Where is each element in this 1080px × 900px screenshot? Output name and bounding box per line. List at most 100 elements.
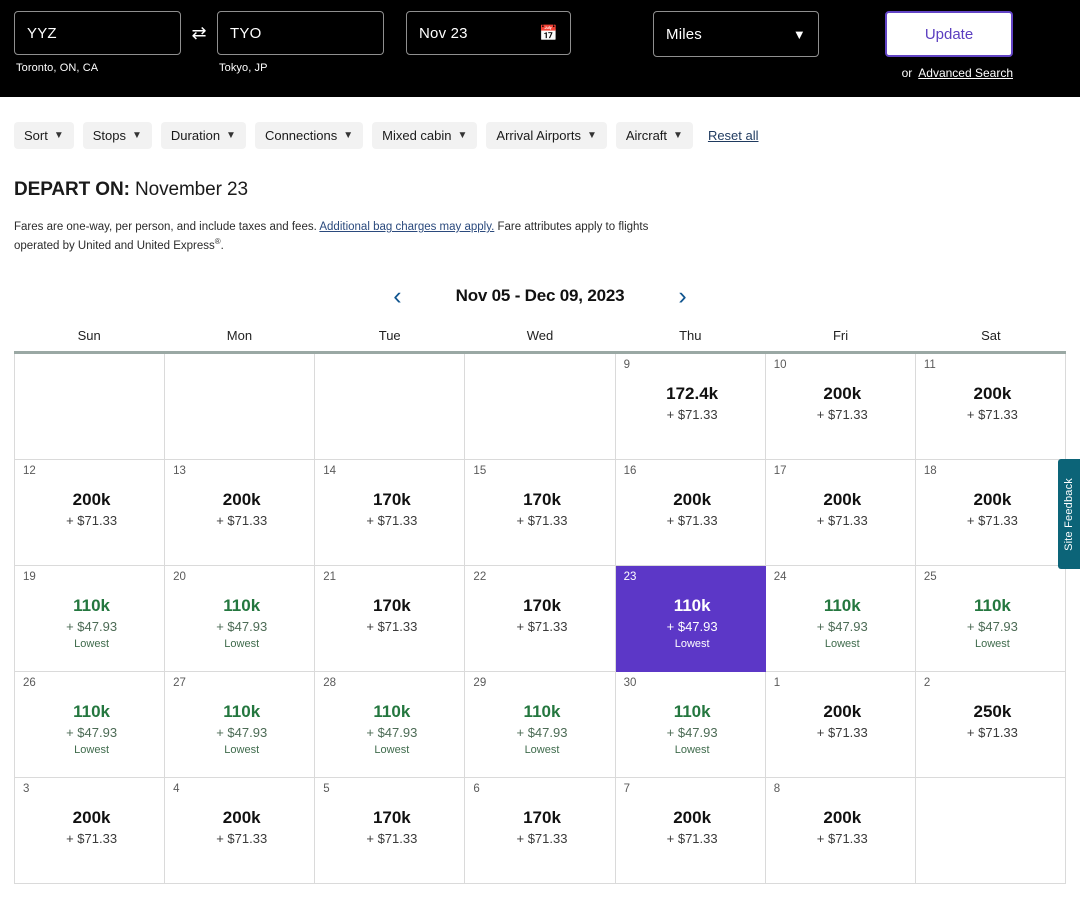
fare-block: 200k + $71.33 — [165, 808, 304, 846]
calendar-day-cell[interactable]: 1 200k + $71.33 — [765, 672, 916, 779]
date-field-group: Nov 23 📅 — [406, 11, 571, 55]
calendar-day-cell[interactable]: 26 110k + $47.93 Lowest — [15, 672, 166, 779]
calendar-day-cell[interactable]: 14 170k + $71.33 — [315, 460, 466, 567]
calendar-day-cell[interactable]: 24 110k + $47.93 Lowest — [765, 566, 916, 673]
depart-date-value: Nov 23 — [419, 24, 468, 42]
fare-miles: 110k — [673, 596, 711, 616]
lowest-fare-badge: Lowest — [74, 743, 109, 756]
fare-block: 110k + $47.93 Lowest — [916, 596, 1055, 650]
fare-miles: 200k — [973, 490, 1012, 510]
fare-miles: 170k — [523, 808, 561, 828]
filter-stops[interactable]: Stops ▼ — [82, 121, 152, 149]
calendar-day-cell[interactable]: 3 200k + $71.33 — [15, 778, 166, 885]
filter-connections-label: Connections — [264, 127, 338, 143]
calendar-day-cell[interactable]: 5 170k + $71.33 — [315, 778, 466, 885]
calendar-day-cell[interactable]: 8 200k + $71.33 — [765, 778, 916, 885]
chevron-down-icon: ▼ — [343, 129, 354, 141]
filter-mixed-cabin[interactable]: Mixed cabin ▼ — [372, 121, 478, 149]
calendar-day-cell[interactable]: 23 110k + $47.93 Lowest — [615, 566, 766, 673]
filter-duration[interactable]: Duration ▼ — [160, 121, 246, 149]
filter-arrival-airports-label: Arrival Airports — [496, 127, 581, 143]
filter-aircraft[interactable]: Aircraft ▼ — [615, 121, 693, 149]
fare-taxes: + $71.33 — [816, 406, 868, 422]
calendar-day-cell[interactable]: 25 110k + $47.93 Lowest — [915, 566, 1066, 673]
fare-block: 200k + $71.33 — [616, 490, 755, 528]
depart-on-label: DEPART ON: — [14, 179, 130, 200]
filter-connections[interactable]: Connections ▼ — [254, 121, 364, 149]
fare-taxes: + $47.93 — [516, 724, 568, 740]
weekday-wed: Wed — [526, 328, 554, 344]
fare-block: 200k + $71.33 — [916, 384, 1055, 422]
fare-block: 110k + $47.93 Lowest — [15, 596, 154, 650]
fare-taxes: + $71.33 — [216, 512, 268, 528]
calendar-day-cell[interactable]: 15 170k + $71.33 — [465, 460, 616, 567]
calendar-day-cell[interactable]: 22 170k + $71.33 — [465, 566, 616, 673]
destination-input[interactable]: TYO — [217, 11, 384, 55]
fare-taxes: + $71.33 — [816, 830, 868, 846]
calendar-day-cell[interactable]: 16 200k + $71.33 — [615, 460, 766, 567]
calendar-day-cell[interactable]: 4 200k + $71.33 — [165, 778, 316, 885]
calendar-day-number: 24 — [773, 571, 787, 584]
origin-code: YYZ — [27, 24, 57, 42]
calendar-day-cell[interactable]: 17 200k + $71.33 — [765, 460, 916, 567]
calendar-day-cell[interactable]: 9 172.4k + $71.33 — [615, 354, 766, 461]
fare-miles: 170k — [372, 596, 411, 616]
chevron-down-icon: ▼ — [457, 129, 468, 141]
update-button[interactable]: Update — [885, 11, 1013, 57]
fare-taxes: + $71.33 — [966, 512, 1018, 528]
calendar-day-cell[interactable]: 30 110k + $47.93 Lowest — [615, 672, 766, 779]
fare-type-select[interactable]: Miles ▼ — [653, 11, 819, 57]
disclaimer-text-3: . — [220, 240, 224, 253]
calendar-day-cell[interactable]: 29 110k + $47.93 Lowest — [465, 672, 616, 779]
lowest-fare-badge: Lowest — [674, 743, 710, 756]
fare-block: 200k + $71.33 — [616, 808, 755, 846]
filter-arrival-airports[interactable]: Arrival Airports ▼ — [486, 121, 607, 149]
calendar-day-cell[interactable]: 28 110k + $47.93 Lowest — [315, 672, 466, 779]
calendar-day-cell[interactable]: 27 110k + $47.93 Lowest — [165, 672, 316, 779]
destination-city-label: Tokyo, JP — [219, 62, 268, 74]
depart-date-input[interactable]: Nov 23 📅 — [406, 11, 571, 55]
swap-airports-button[interactable]: ⇄ — [184, 11, 214, 55]
origin-input[interactable]: YYZ — [14, 11, 181, 55]
calendar-day-cell[interactable]: 21 170k + $71.33 — [315, 566, 466, 673]
fare-taxes: + $71.33 — [666, 406, 718, 422]
calendar-day-cell[interactable]: 12 200k + $71.33 — [15, 460, 166, 567]
fare-taxes: + $47.93 — [66, 618, 118, 634]
filter-sort-label: Sort — [24, 127, 48, 143]
fare-taxes: + $71.33 — [66, 512, 118, 528]
reset-all-link[interactable]: Reset all — [708, 128, 759, 143]
fare-taxes: + $47.93 — [66, 724, 118, 740]
calendar-day-cell[interactable]: 13 200k + $71.33 — [165, 460, 316, 567]
calendar-day-cell[interactable]: 10 200k + $71.33 — [765, 354, 916, 461]
additional-bag-charges-link[interactable]: Additional bag charges may apply. — [319, 221, 494, 233]
calendar-day-number: 11 — [923, 359, 936, 372]
calendar-day-number: 13 — [173, 465, 186, 478]
chevron-left-icon[interactable]: ‹ — [387, 283, 407, 309]
filter-sort[interactable]: Sort ▼ — [14, 121, 74, 149]
fare-block: 200k + $71.33 — [15, 490, 154, 528]
calendar-day-cell[interactable]: 20 110k + $47.93 Lowest — [165, 566, 316, 673]
fare-taxes: + $71.33 — [816, 512, 868, 528]
fare-block: 200k + $71.33 — [766, 384, 905, 422]
fare-block: 110k + $47.93 Lowest — [616, 596, 755, 650]
site-feedback-tab[interactable]: Site Feedback — [1058, 459, 1080, 569]
fare-block: 200k + $71.33 — [15, 808, 154, 846]
chevron-down-icon: ▼ — [226, 129, 236, 141]
weekday-mon: Mon — [226, 328, 253, 344]
fare-taxes: + $71.33 — [366, 618, 418, 634]
calendar-icon[interactable]: 📅 — [539, 26, 558, 41]
fare-miles: 200k — [222, 808, 261, 828]
calendar-day-cell[interactable]: 6 170k + $71.33 — [465, 778, 616, 885]
calendar-day-cell[interactable]: 2 250k + $71.33 — [915, 672, 1066, 779]
fare-miles: 110k — [223, 702, 261, 722]
calendar-day-cell[interactable]: 19 110k + $47.93 Lowest — [15, 566, 166, 673]
calendar-day-cell[interactable]: 18 200k + $71.33 — [915, 460, 1066, 567]
calendar-day-cell[interactable]: 11 200k + $71.33 — [915, 354, 1066, 461]
calendar-day-cell[interactable]: 7 200k + $71.33 — [615, 778, 766, 885]
chevron-right-icon[interactable]: › — [672, 283, 692, 309]
lowest-fare-badge: Lowest — [224, 743, 260, 756]
calendar-day-number: 21 — [323, 571, 337, 584]
calendar-cell-empty — [165, 354, 316, 461]
advanced-search-link[interactable]: Advanced Search — [918, 66, 1013, 80]
fare-block: 110k + $47.93 Lowest — [766, 596, 905, 650]
